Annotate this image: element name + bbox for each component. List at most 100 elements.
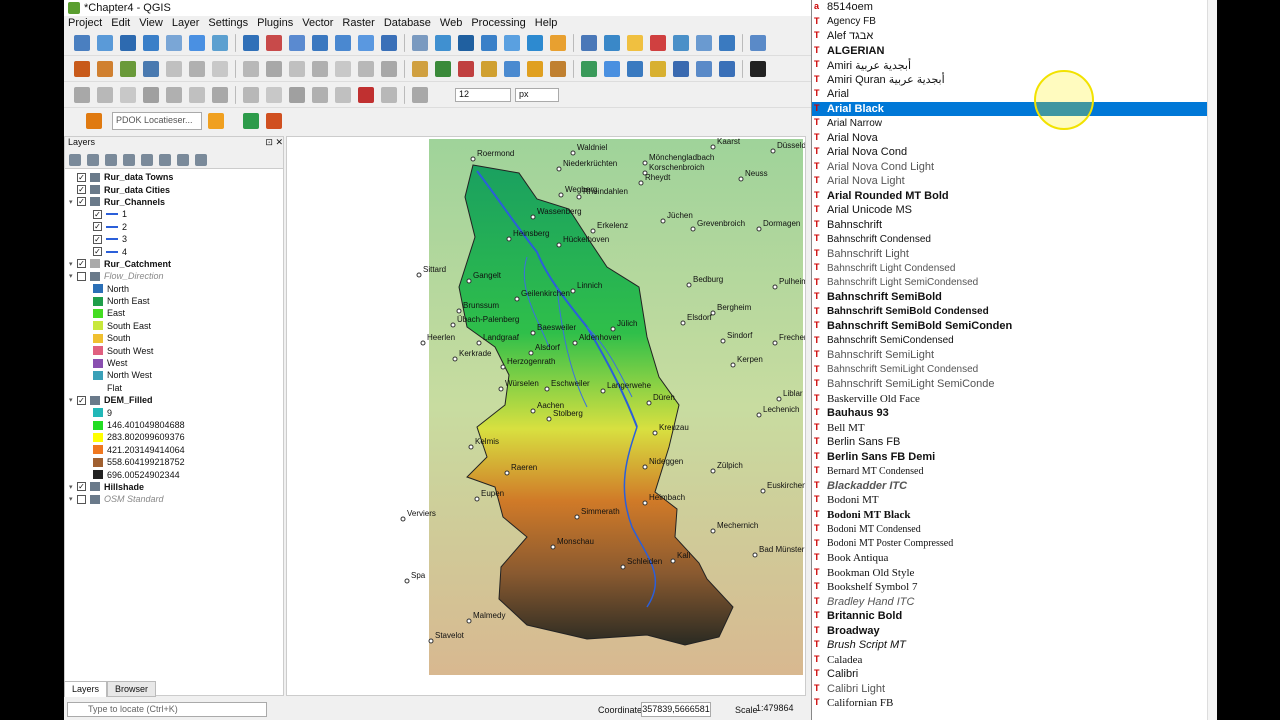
toolbar-icon[interactable] bbox=[481, 34, 497, 51]
font-list-item[interactable]: T Berlin Sans FB bbox=[812, 435, 1217, 450]
menu-help[interactable]: Help bbox=[535, 17, 558, 29]
toolbar-icon[interactable] bbox=[504, 34, 520, 51]
toolbar-icon[interactable] bbox=[719, 60, 735, 77]
font-list-item[interactable]: T Arial Nova Light bbox=[812, 174, 1217, 189]
font-list-item[interactable]: T Bodoni MT Poster Compressed bbox=[812, 537, 1217, 552]
font-list-item[interactable]: T Bahnschrift SemiBold Condensed bbox=[812, 305, 1217, 320]
layer-tree-row[interactable]: ▾ ✓ Hillshade bbox=[65, 481, 283, 493]
layer-tree-row[interactable]: ▾ ✓ DEM_Filled bbox=[65, 394, 283, 406]
pdok-icon[interactable] bbox=[86, 113, 102, 129]
expand-arrow-icon[interactable]: ▾ bbox=[69, 495, 77, 503]
menu-layer[interactable]: Layer bbox=[172, 17, 200, 29]
toolbar-icon[interactable] bbox=[335, 34, 351, 51]
toolbar-icon[interactable] bbox=[312, 34, 328, 51]
toolbar-icon[interactable] bbox=[189, 86, 205, 103]
toolbar-icon[interactable] bbox=[550, 34, 566, 51]
toolbar-icon[interactable] bbox=[143, 60, 159, 77]
toolbar-icon[interactable] bbox=[289, 86, 305, 103]
layer-tree-row[interactable]: ▾✓ OSM Standard bbox=[65, 493, 283, 505]
expand-arrow-icon[interactable]: ▾ bbox=[69, 396, 77, 404]
layer-tree-row[interactable]: South West bbox=[65, 344, 283, 356]
toolbar-icon[interactable] bbox=[289, 60, 305, 77]
toolbar-icon[interactable] bbox=[458, 60, 474, 77]
layer-visibility-checkbox[interactable]: ✓ bbox=[77, 172, 86, 182]
scale-field[interactable]: 1:479864 bbox=[756, 702, 801, 717]
toolbar-icon[interactable] bbox=[358, 34, 374, 51]
toolbar-icon[interactable] bbox=[266, 60, 282, 77]
font-list-item[interactable]: T Bauhaus 93 bbox=[812, 406, 1217, 421]
layer-visibility-checkbox[interactable]: ✓ bbox=[77, 482, 86, 492]
font-list-item[interactable]: T Bell MT bbox=[812, 421, 1217, 436]
toolbar-icon[interactable] bbox=[581, 34, 597, 51]
font-list-scrollbar[interactable] bbox=[1207, 0, 1217, 720]
layer-tree-row[interactable]: ✓ 4 bbox=[65, 245, 283, 257]
font-list-item[interactable]: T Bahnschrift Light bbox=[812, 247, 1217, 262]
font-list-item[interactable]: T Arial Narrow bbox=[812, 116, 1217, 131]
font-list-item[interactable]: T Baskerville Old Face bbox=[812, 392, 1217, 407]
remove-layer-icon[interactable] bbox=[195, 153, 207, 166]
font-list-item[interactable]: T Arial bbox=[812, 87, 1217, 102]
layer-tree-row[interactable]: Flat bbox=[65, 382, 283, 394]
font-list-item[interactable]: T Bahnschrift SemiLight SemiConde bbox=[812, 377, 1217, 392]
font-list-item[interactable]: T ALGERIAN bbox=[812, 44, 1217, 59]
toolbar-icon[interactable] bbox=[581, 60, 597, 77]
toolbar-icon[interactable] bbox=[435, 60, 451, 77]
toolbar-icon[interactable] bbox=[458, 34, 474, 51]
font-list-item[interactable]: T Bernard MT Condensed bbox=[812, 464, 1217, 479]
toolbar-icon[interactable] bbox=[74, 86, 90, 103]
font-list-item[interactable]: T Bahnschrift Light Condensed bbox=[812, 261, 1217, 276]
layer-tree-row[interactable]: ✓ 3 bbox=[65, 233, 283, 245]
layer-visibility-checkbox[interactable]: ✓ bbox=[93, 222, 102, 232]
font-list-item[interactable]: T Broadway bbox=[812, 624, 1217, 639]
expand-arrow-icon[interactable]: ▾ bbox=[69, 260, 77, 268]
layer-tree-row[interactable]: 283.802099609376 bbox=[65, 431, 283, 443]
toolbar-icon[interactable] bbox=[696, 60, 712, 77]
toolbar-icon[interactable] bbox=[266, 34, 282, 51]
toolbar-icon[interactable] bbox=[335, 60, 351, 77]
layer-tree-row[interactable]: North bbox=[65, 283, 283, 295]
toolbar-icon[interactable] bbox=[604, 60, 620, 77]
toolbar-icon[interactable] bbox=[212, 86, 228, 103]
font-list-item[interactable]: T Agency FB bbox=[812, 15, 1217, 30]
layer-tree-row[interactable]: ▾✓ Flow_Direction bbox=[65, 270, 283, 282]
pdok-locator-input[interactable]: PDOK Locatieser... bbox=[112, 112, 202, 130]
map-canvas[interactable]: Roermond Waldniel Mönchengladbach Kaarst Düs… bbox=[286, 136, 806, 696]
font-list-item[interactable]: T Bahnschrift SemiCondensed bbox=[812, 334, 1217, 349]
toolbar-icon[interactable] bbox=[335, 86, 351, 103]
toolbar-icon[interactable] bbox=[97, 34, 113, 51]
layer-tree-row[interactable]: 558.604199218752 bbox=[65, 456, 283, 468]
layer-tree-row[interactable]: North East bbox=[65, 295, 283, 307]
tab-layers[interactable]: Layers bbox=[64, 681, 108, 697]
expand-arrow-icon[interactable]: ▾ bbox=[69, 198, 77, 206]
layer-visibility-checkbox[interactable]: ✓ bbox=[77, 271, 86, 281]
layer-tree-row[interactable]: ✓ Rur_data Towns bbox=[65, 171, 283, 183]
layer-visibility-checkbox[interactable]: ✓ bbox=[93, 209, 102, 219]
layer-visibility-checkbox[interactable]: ✓ bbox=[77, 185, 86, 195]
toolbar-icon[interactable] bbox=[97, 86, 113, 103]
expression-icon[interactable] bbox=[141, 153, 153, 166]
layer-tree-row[interactable]: ▾ ✓ Rur_Channels bbox=[65, 196, 283, 208]
layer-tree-row[interactable]: ✓ 2 bbox=[65, 221, 283, 233]
font-list-item[interactable]: T Calibri Light bbox=[812, 682, 1217, 697]
menu-plugins[interactable]: Plugins bbox=[257, 17, 293, 29]
toolbar-icon[interactable] bbox=[166, 86, 182, 103]
expand-arrow-icon[interactable]: ▾ bbox=[69, 272, 77, 280]
font-list-item[interactable]: T Bahnschrift bbox=[812, 218, 1217, 233]
toolbar-icon[interactable] bbox=[527, 60, 543, 77]
toolbar-icon[interactable] bbox=[120, 60, 136, 77]
toolbar-icon[interactable] bbox=[312, 86, 328, 103]
panel-close-icon[interactable]: ⊡ ✕ bbox=[265, 137, 283, 151]
toolbar-icon[interactable] bbox=[266, 86, 282, 103]
coordinate-field[interactable]: 357839,5666581 bbox=[641, 702, 711, 717]
font-list-item[interactable]: T Bahnschrift SemiBold SemiConden bbox=[812, 319, 1217, 334]
toolbar-icon[interactable] bbox=[166, 34, 182, 51]
font-list-item[interactable]: T Arial Nova Cond Light bbox=[812, 160, 1217, 175]
font-list-item[interactable]: T Bahnschrift Condensed bbox=[812, 232, 1217, 247]
expand-arrow-icon[interactable]: ▾ bbox=[69, 483, 77, 491]
toolbar-icon[interactable] bbox=[120, 34, 136, 51]
toolbar-icon[interactable] bbox=[289, 34, 305, 51]
font-list-item[interactable]: T Calibri bbox=[812, 667, 1217, 682]
toolbar-icon[interactable] bbox=[74, 60, 90, 77]
menu-web[interactable]: Web bbox=[440, 17, 462, 29]
font-list-item[interactable]: T Arial Unicode MS bbox=[812, 203, 1217, 218]
